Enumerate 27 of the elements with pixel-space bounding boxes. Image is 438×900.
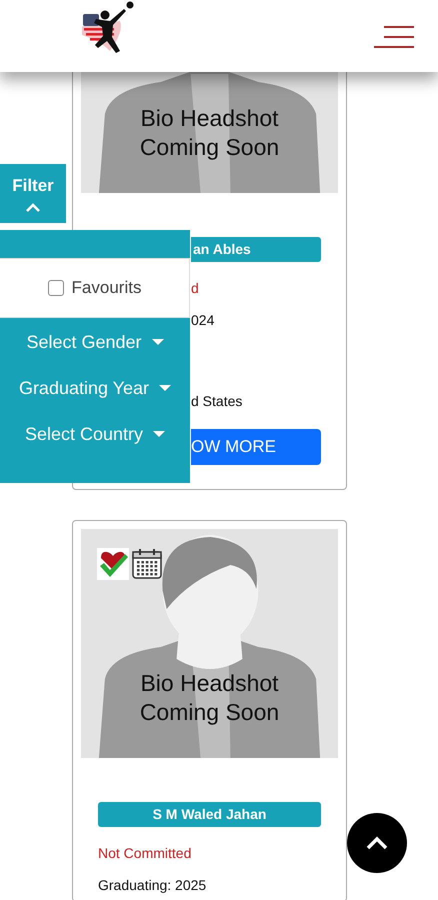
menu-button[interactable] bbox=[374, 25, 414, 49]
show-more-button[interactable]: OW MORE bbox=[191, 429, 321, 465]
athlete-name: an Ables bbox=[191, 237, 321, 262]
dropdown-button[interactable]: Select Gender bbox=[26, 326, 164, 358]
checkbox[interactable] bbox=[48, 280, 64, 296]
favourites-checkbox[interactable]: Favourits bbox=[48, 278, 142, 298]
chevron-up-icon bbox=[25, 202, 41, 212]
commitment-status: d bbox=[191, 280, 199, 296]
athlete-name: S M Waled Jahan bbox=[98, 802, 321, 827]
headshot-caption: Bio Headshot bbox=[140, 104, 279, 133]
caret-icon bbox=[152, 339, 164, 345]
commitment-status: Not Committed bbox=[98, 845, 192, 861]
filter-label: Filter bbox=[12, 176, 54, 196]
caret-icon bbox=[159, 385, 172, 391]
dropdown-button[interactable]: Graduating Year bbox=[18, 372, 172, 404]
graduating-year: 024 bbox=[191, 312, 214, 328]
menu-icon bbox=[374, 25, 414, 49]
headshot-caption: Coming Soon bbox=[140, 133, 280, 162]
favourites-label: Favourits bbox=[72, 278, 142, 298]
filter-toggle[interactable]: Filter bbox=[0, 164, 66, 223]
graduating-year: Graduating: 2025 bbox=[98, 877, 206, 893]
chevron-up-icon bbox=[365, 835, 389, 851]
headshot-caption: Bio Headshot bbox=[140, 669, 279, 698]
caret-icon bbox=[153, 431, 166, 437]
dropdown-button[interactable]: Select Country bbox=[24, 418, 166, 450]
country-text: d States bbox=[191, 393, 242, 409]
headshot-caption: Coming Soon bbox=[140, 698, 280, 727]
